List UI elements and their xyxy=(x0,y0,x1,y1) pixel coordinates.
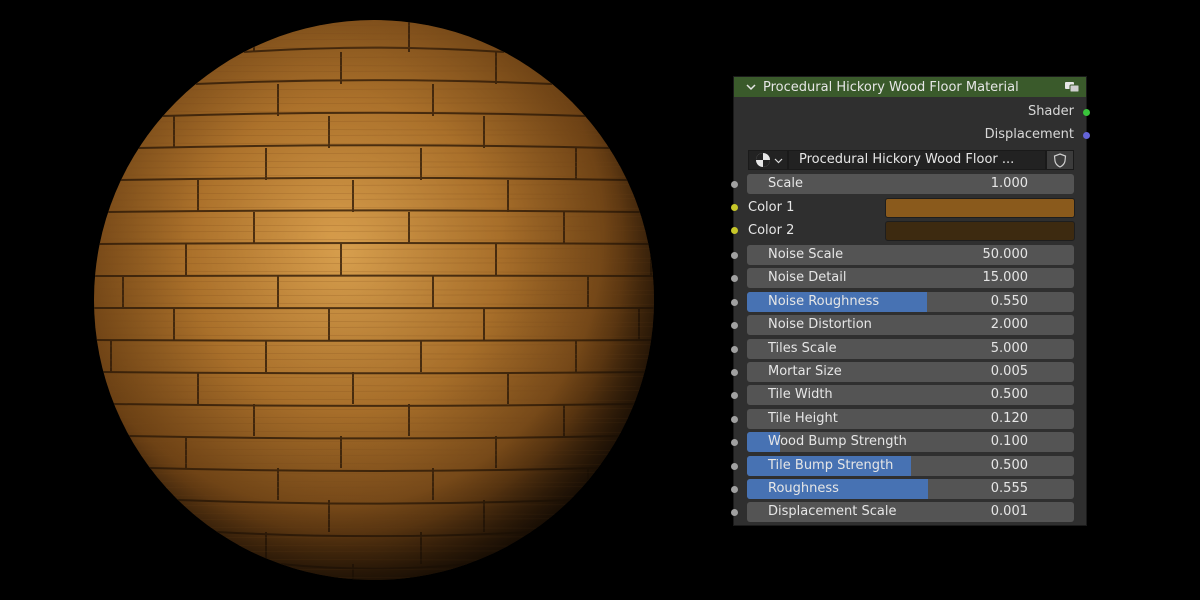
wood-bump-strength-socket[interactable] xyxy=(731,439,738,446)
node-group-icon[interactable] xyxy=(1064,80,1080,94)
shield-icon xyxy=(1053,152,1067,168)
tile-width-field[interactable]: Tile Width 0.500 xyxy=(747,385,1074,405)
material-sphere-icon xyxy=(755,153,770,167)
color2-swatch[interactable] xyxy=(885,221,1075,241)
tile-width-label: Tile Width xyxy=(768,387,833,402)
noise-scale-label: Noise Scale xyxy=(768,247,844,262)
tile-height-value: 0.120 xyxy=(990,411,1028,426)
wood-bump-strength-value: 0.100 xyxy=(990,434,1028,449)
noise-roughness-field[interactable]: Noise Roughness 0.550 xyxy=(747,292,1074,312)
displacement-scale-field[interactable]: Displacement Scale 0.001 xyxy=(747,502,1074,522)
wood-grain xyxy=(94,583,654,585)
noise-roughness-socket[interactable] xyxy=(731,299,738,306)
output-shader: Shader xyxy=(1027,104,1090,119)
noise-detail-label: Noise Detail xyxy=(768,270,847,285)
displacement-socket[interactable] xyxy=(1083,132,1090,139)
noise-distortion-field[interactable]: Noise Distortion 2.000 xyxy=(747,315,1074,335)
roughness-socket[interactable] xyxy=(731,486,738,493)
scale-value: 1.000 xyxy=(990,176,1028,191)
noise-distortion-value: 2.000 xyxy=(990,317,1028,332)
mortar-size-label: Mortar Size xyxy=(768,364,842,379)
noise-roughness-value: 0.550 xyxy=(990,294,1028,309)
color1-socket[interactable] xyxy=(731,204,738,211)
fake-user-button[interactable] xyxy=(1046,150,1074,170)
chevron-down-icon xyxy=(774,158,782,163)
roughness-field[interactable]: Roughness 0.555 xyxy=(747,479,1074,499)
mortar-size-value: 0.005 xyxy=(990,364,1028,379)
noise-roughness-label: Noise Roughness xyxy=(768,294,880,309)
output-displacement-label: Displacement xyxy=(984,127,1074,142)
tile-bump-strength-socket[interactable] xyxy=(731,463,738,470)
mortar-size-socket[interactable] xyxy=(731,369,738,376)
color2-label: Color 2 xyxy=(748,223,795,238)
noise-distortion-label: Noise Distortion xyxy=(768,317,872,332)
noise-detail-socket[interactable] xyxy=(731,275,738,282)
tile-width-socket[interactable] xyxy=(731,392,738,399)
material-name-field[interactable]: Procedural Hickory Wood Floor ... xyxy=(788,150,1046,170)
node-header[interactable]: Procedural Hickory Wood Floor Material xyxy=(734,77,1086,97)
tile-bump-strength-value: 0.500 xyxy=(990,458,1028,473)
shader-socket[interactable] xyxy=(1083,109,1090,116)
wood-bump-strength-label: Wood Bump Strength xyxy=(768,434,907,449)
tiles-scale-field[interactable]: Tiles Scale 5.000 xyxy=(747,339,1074,359)
color2-socket[interactable] xyxy=(731,227,738,234)
tiles-scale-socket[interactable] xyxy=(731,346,738,353)
color1-label: Color 1 xyxy=(748,200,795,215)
tile-height-field[interactable]: Tile Height 0.120 xyxy=(747,409,1074,429)
noise-detail-field[interactable]: Noise Detail 15.000 xyxy=(747,268,1074,288)
tile-bump-strength-field[interactable]: Tile Bump Strength 0.500 xyxy=(747,456,1074,476)
node-title: Procedural Hickory Wood Floor Material xyxy=(763,79,1019,95)
roughness-value: 0.555 xyxy=(990,481,1028,496)
wood-grain xyxy=(94,591,654,593)
material-selector[interactable]: Procedural Hickory Wood Floor ... xyxy=(748,150,1074,170)
color1-swatch[interactable] xyxy=(885,198,1075,218)
tiles-scale-label: Tiles Scale xyxy=(768,341,837,356)
noise-detail-value: 15.000 xyxy=(982,270,1029,285)
scale-socket[interactable] xyxy=(731,181,738,188)
output-shader-label: Shader xyxy=(1027,104,1074,119)
tile-width-value: 0.500 xyxy=(990,387,1028,402)
noise-scale-value: 50.000 xyxy=(982,247,1029,262)
mortar-size-field[interactable]: Mortar Size 0.005 xyxy=(747,362,1074,382)
roughness-label: Roughness xyxy=(768,481,839,496)
noise-scale-socket[interactable] xyxy=(731,252,738,259)
noise-scale-field[interactable]: Noise Scale 50.000 xyxy=(747,245,1074,265)
noise-distortion-socket[interactable] xyxy=(731,322,738,329)
wood-bump-strength-field[interactable]: Wood Bump Strength 0.100 xyxy=(747,432,1074,452)
chevron-down-icon[interactable] xyxy=(744,80,758,94)
tile-bump-strength-label: Tile Bump Strength xyxy=(768,458,894,473)
tile-height-label: Tile Height xyxy=(768,411,838,426)
tiles-scale-value: 5.000 xyxy=(990,341,1028,356)
displacement-scale-value: 0.001 xyxy=(990,504,1028,519)
material-browse-button[interactable] xyxy=(748,150,788,170)
displacement-scale-label: Displacement Scale xyxy=(768,504,897,519)
node-group-panel[interactable]: Procedural Hickory Wood Floor Material S… xyxy=(731,76,1090,526)
sphere-shading xyxy=(94,20,654,580)
scale-label: Scale xyxy=(768,176,803,191)
tile-height-socket[interactable] xyxy=(731,416,738,423)
output-displacement: Displacement xyxy=(984,127,1090,142)
scale-field[interactable]: Scale 1.000 xyxy=(747,174,1074,194)
displacement-scale-socket[interactable] xyxy=(731,509,738,516)
